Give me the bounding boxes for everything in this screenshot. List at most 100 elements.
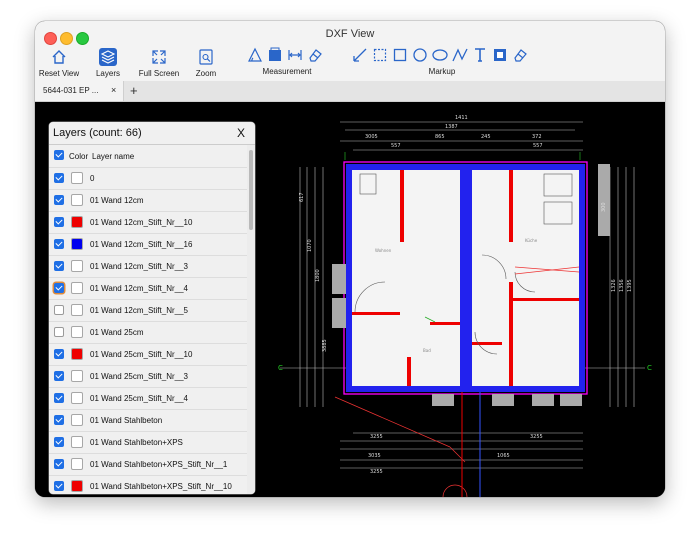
layer-color-swatch[interactable] xyxy=(71,392,83,404)
top-dimension-label: 3005 xyxy=(365,134,378,140)
layer-color-swatch[interactable] xyxy=(71,260,83,272)
distance-measure-icon[interactable] xyxy=(287,47,303,63)
dashed-rect-icon[interactable] xyxy=(372,47,388,63)
left-dimension-label: 1800 xyxy=(315,269,321,282)
layer-visibility-checkbox[interactable] xyxy=(54,239,64,249)
layer-color-swatch[interactable] xyxy=(71,304,83,316)
layer-visibility-checkbox[interactable] xyxy=(54,217,64,227)
layer-visibility-checkbox[interactable] xyxy=(54,195,64,205)
layer-row[interactable]: 01 Wand 25cm xyxy=(49,321,247,344)
layer-color-swatch[interactable] xyxy=(71,282,83,294)
top-dimension-label: 372 xyxy=(532,134,542,140)
layers-panel-title: Layers (count: 66) xyxy=(53,127,142,139)
layer-name: 01 Wand Stahlbeton+XPS_Stift_Nr__1 xyxy=(90,460,228,469)
zoom-label: Zoom xyxy=(195,69,217,78)
layer-color-swatch[interactable] xyxy=(71,194,83,206)
area-measure-icon[interactable] xyxy=(267,47,283,63)
reset-view-button[interactable]: Reset View xyxy=(37,47,81,78)
select-all-checkbox[interactable] xyxy=(54,150,64,160)
bottom-dimension-label: 1065 xyxy=(497,453,510,459)
layer-color-swatch[interactable] xyxy=(71,238,83,250)
layer-name: 01 Wand 12cm_Stift_Nr__5 xyxy=(90,306,188,315)
layer-visibility-checkbox[interactable] xyxy=(54,261,64,271)
layer-row[interactable]: 01 Wand 12cm_Stift_Nr__10 xyxy=(49,211,247,234)
layer-color-swatch[interactable] xyxy=(71,480,83,492)
layer-row[interactable]: 01 Wand 12cm_Stift_Nr__16 xyxy=(49,233,247,256)
layer-color-swatch[interactable] xyxy=(71,216,83,228)
layer-visibility-checkbox[interactable] xyxy=(54,371,64,381)
left-dimension-label: 3885 xyxy=(322,339,328,352)
rectangle-icon[interactable] xyxy=(392,47,408,63)
layers-column-header: Color Layer name xyxy=(49,145,247,167)
layer-row[interactable]: 01 Wand 12cm_Stift_Nr__5 xyxy=(49,299,247,322)
right-dimension-label: 1395 xyxy=(627,279,633,292)
layer-color-swatch[interactable] xyxy=(71,370,83,382)
layer-row[interactable]: 01 Wand Stahlbeton xyxy=(49,409,247,432)
layer-row[interactable]: 01 Wand Stahlbeton+XPS xyxy=(49,431,247,454)
layer-color-swatch[interactable] xyxy=(71,458,83,470)
layer-visibility-checkbox[interactable] xyxy=(54,283,64,293)
zoom-button[interactable]: Zoom xyxy=(191,47,221,78)
room-label: Bad xyxy=(423,348,431,353)
eraser-icon[interactable] xyxy=(307,47,323,63)
polyline-icon[interactable] xyxy=(452,47,468,63)
layer-name: 01 Wand 25cm_Stift_Nr__3 xyxy=(90,372,188,381)
circle-icon[interactable] xyxy=(412,47,428,63)
full-screen-button[interactable]: Full Screen xyxy=(136,47,182,78)
layer-name: 01 Wand 25cm xyxy=(90,328,144,337)
tab-document[interactable]: 5644-031 EP ... × xyxy=(35,81,124,101)
scrollbar-thumb[interactable] xyxy=(249,150,253,230)
markup-eraser-icon[interactable] xyxy=(512,47,528,63)
close-panel-button[interactable]: X xyxy=(237,126,245,140)
room-label: Küche xyxy=(525,238,538,243)
layer-visibility-checkbox[interactable] xyxy=(54,349,64,359)
filled-rect-icon[interactable] xyxy=(492,47,508,63)
layer-visibility-checkbox[interactable] xyxy=(54,305,64,315)
tab-bar: 5644-031 EP ... × + xyxy=(35,81,665,102)
layer-row[interactable]: 01 Wand 12cm xyxy=(49,189,247,212)
tab-close-icon[interactable]: × xyxy=(111,85,116,95)
right-dimension-label: 300 xyxy=(601,202,607,212)
layer-name: 0 xyxy=(90,174,95,183)
arrow-icon[interactable] xyxy=(352,47,368,63)
layer-color-swatch[interactable] xyxy=(71,326,83,338)
layer-visibility-checkbox[interactable] xyxy=(54,437,64,447)
text-tool-icon[interactable] xyxy=(472,47,488,63)
layer-row[interactable]: 01 Wand 12cm_Stift_Nr__3 xyxy=(49,255,247,278)
right-dimension-label: 1356 xyxy=(619,279,625,292)
layers-button[interactable]: Layers xyxy=(91,47,125,78)
section-mark: C xyxy=(647,364,652,372)
layer-visibility-checkbox[interactable] xyxy=(54,173,64,183)
layer-row[interactable]: 01 Wand 25cm_Stift_Nr__10 xyxy=(49,343,247,366)
layer-visibility-checkbox[interactable] xyxy=(54,327,64,337)
color-column-label: Color xyxy=(69,152,89,161)
layer-color-swatch[interactable] xyxy=(71,436,83,448)
add-tab-button[interactable]: + xyxy=(130,83,138,98)
right-dimension-label: 1326 xyxy=(611,279,617,292)
layer-name-column-label: Layer name xyxy=(92,152,135,161)
layer-row[interactable]: 01 Wand Stahlbeton+XPS_Stift_Nr__10 xyxy=(49,475,247,494)
layer-visibility-checkbox[interactable] xyxy=(54,415,64,425)
layer-name: 01 Wand 25cm_Stift_Nr__4 xyxy=(90,394,188,403)
layer-row[interactable]: 01 Wand Stahlbeton+XPS_Stift_Nr__1 xyxy=(49,453,247,476)
layer-color-swatch[interactable] xyxy=(71,172,83,184)
layer-name: 01 Wand 12cm_Stift_Nr__16 xyxy=(90,240,193,249)
layer-row[interactable]: 01 Wand 12cm_Stift_Nr__4 xyxy=(49,277,247,300)
layer-name: 01 Wand Stahlbeton xyxy=(90,416,163,425)
layer-row[interactable]: 01 Wand 25cm_Stift_Nr__3 xyxy=(49,365,247,388)
layer-row[interactable]: 0 xyxy=(49,167,247,190)
layer-color-swatch[interactable] xyxy=(71,348,83,360)
top-dimension-label: 557 xyxy=(533,143,543,149)
layers-label: Layers xyxy=(95,69,120,78)
layer-color-swatch[interactable] xyxy=(71,414,83,426)
layer-name: 01 Wand 12cm_Stift_Nr__3 xyxy=(90,262,188,271)
layer-visibility-checkbox[interactable] xyxy=(54,481,64,491)
angle-measure-icon[interactable] xyxy=(247,47,263,63)
top-dimension-label: 1411 xyxy=(455,115,468,121)
layers-icon xyxy=(99,48,117,66)
layer-row[interactable]: 01 Wand 25cm_Stift_Nr__4 xyxy=(49,387,247,410)
layer-visibility-checkbox[interactable] xyxy=(54,393,64,403)
layer-name: 01 Wand 12cm xyxy=(90,196,144,205)
ellipse-icon[interactable] xyxy=(432,47,448,63)
layer-visibility-checkbox[interactable] xyxy=(54,459,64,469)
